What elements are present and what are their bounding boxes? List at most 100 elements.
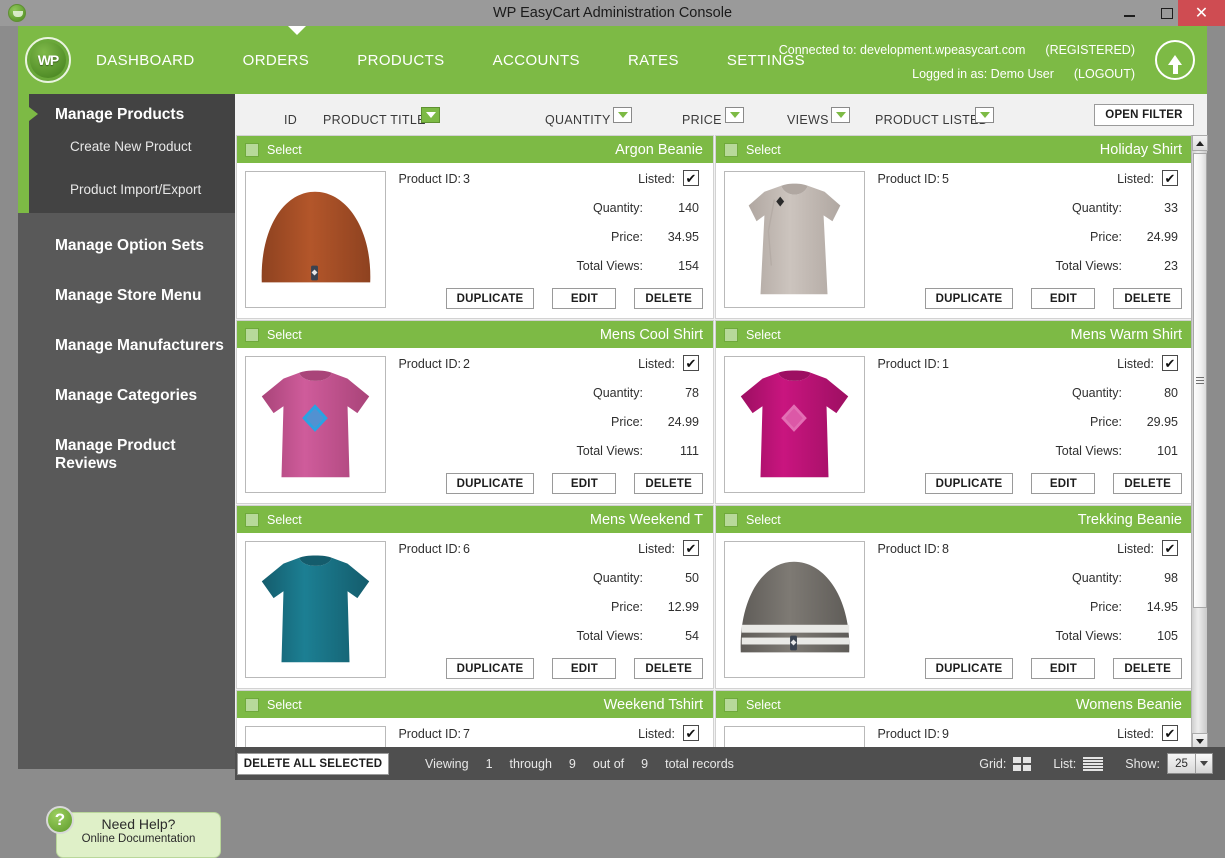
sort-quantity-button[interactable] (613, 107, 632, 123)
product-thumbnail[interactable] (245, 171, 386, 308)
sidebar-item-manage-products[interactable]: Manage Products (55, 106, 184, 124)
product-title: Mens Cool Shirt (599, 326, 703, 343)
listed-checkbox[interactable]: ✔ (1162, 725, 1178, 741)
sidebar-item-manage-store-menu[interactable]: Manage Store Menu (55, 287, 201, 305)
list-view-icon[interactable] (1083, 756, 1104, 771)
sort-product-listed-button[interactable] (975, 107, 994, 123)
nav-item-orders[interactable]: ORDERS (243, 52, 310, 69)
column-header-quantity: QUANTITY (545, 113, 611, 127)
window-title: WP EasyCart Administration Console (492, 5, 733, 21)
viewing-to-value: 9 (568, 756, 576, 771)
duplicate-button[interactable]: DUPLICATE (924, 288, 1014, 309)
edit-button[interactable]: EDIT (552, 288, 617, 309)
product-thumbnail[interactable] (724, 541, 865, 678)
nav-item-rates[interactable]: RATES (628, 52, 679, 69)
product-thumbnail[interactable] (245, 541, 386, 678)
edit-button[interactable]: EDIT (1031, 473, 1096, 494)
product-thumbnail[interactable] (245, 356, 386, 493)
listed-checkbox[interactable]: ✔ (1162, 170, 1178, 186)
grid-view-control[interactable]: Grid: (979, 756, 1032, 771)
total-views-label: Total Views: (1055, 259, 1122, 273)
through-label: through (509, 756, 552, 771)
product-thumbnail[interactable] (724, 726, 865, 749)
sidebar-item-manage-product-reviews[interactable]: Manage Product Reviews (55, 437, 235, 473)
grid-view-icon[interactable] (1013, 756, 1032, 771)
sidebar-item-manage-categories[interactable]: Manage Categories (55, 387, 197, 405)
product-id-label: Product ID: (877, 727, 940, 741)
select-checkbox[interactable] (245, 697, 259, 712)
minimize-button[interactable] (1110, 0, 1148, 26)
delete-all-selected-button[interactable]: DELETE ALL SELECTED (237, 752, 389, 775)
select-checkbox[interactable] (724, 512, 738, 527)
nav-item-dashboard[interactable]: DASHBOARD (96, 52, 195, 69)
select-checkbox[interactable] (724, 142, 738, 157)
product-thumbnail[interactable] (724, 171, 865, 308)
product-id-value: 1 (942, 357, 949, 371)
listed-checkbox[interactable]: ✔ (1162, 540, 1178, 556)
maximize-icon (1161, 7, 1173, 19)
logged-in-as-text: Logged in as: Demo User (912, 67, 1054, 81)
product-id-value: 8 (942, 542, 949, 556)
grid-scrollbar[interactable] (1191, 135, 1208, 749)
delete-button[interactable]: DELETE (634, 473, 703, 494)
list-view-control[interactable]: List: (1053, 756, 1104, 771)
edit-button[interactable]: EDIT (552, 658, 617, 679)
duplicate-button[interactable]: DUPLICATE (924, 658, 1014, 679)
nav-item-accounts[interactable]: ACCOUNTS (493, 52, 580, 69)
sort-views-button[interactable] (831, 107, 850, 123)
select-checkbox[interactable] (245, 142, 259, 157)
sidebar-active-caret-icon (29, 107, 38, 121)
duplicate-button[interactable]: DUPLICATE (445, 473, 535, 494)
delete-button[interactable]: DELETE (1113, 658, 1182, 679)
select-checkbox[interactable] (724, 327, 738, 342)
total-views-value: 111 (679, 444, 699, 458)
show-count-select[interactable]: 25 (1167, 753, 1213, 774)
sidebar-item-manage-option-sets[interactable]: Manage Option Sets (55, 237, 204, 255)
listed-checkbox[interactable]: ✔ (683, 540, 699, 556)
delete-button[interactable]: DELETE (1113, 288, 1182, 309)
up-arrow-icon (1168, 55, 1182, 74)
edit-button[interactable]: EDIT (552, 473, 617, 494)
chevron-down-icon (729, 112, 740, 118)
duplicate-button[interactable]: DUPLICATE (445, 288, 535, 309)
sort-product-title-button[interactable] (421, 107, 440, 123)
listed-checkbox[interactable]: ✔ (683, 725, 699, 741)
product-thumbnail[interactable] (724, 356, 865, 493)
online-documentation-link[interactable]: Online Documentation (57, 833, 220, 845)
quantity-label: Quantity: (1071, 386, 1122, 400)
nav-item-products[interactable]: PRODUCTS (357, 52, 444, 69)
select-checkbox[interactable] (245, 327, 259, 342)
duplicate-button[interactable]: DUPLICATE (924, 473, 1014, 494)
delete-button[interactable]: DELETE (1113, 473, 1182, 494)
wp-easycart-logo[interactable]: WP (25, 37, 71, 83)
delete-button[interactable]: DELETE (634, 288, 703, 309)
delete-button[interactable]: DELETE (634, 658, 703, 679)
listed-checkbox[interactable]: ✔ (683, 170, 699, 186)
product-thumbnail[interactable] (245, 726, 386, 749)
close-button[interactable]: ✕ (1178, 0, 1225, 26)
price-value: 12.99 (667, 600, 699, 614)
listed-checkbox[interactable]: ✔ (683, 355, 699, 371)
quantity-value: 78 (685, 386, 699, 400)
select-checkbox[interactable] (724, 697, 738, 712)
sidebar-item-create-new-product[interactable]: Create New Product (70, 139, 192, 154)
scrollbar-thumb[interactable] (1193, 153, 1207, 608)
scroll-to-top-button[interactable] (1155, 40, 1195, 80)
edit-button[interactable]: EDIT (1031, 288, 1096, 309)
duplicate-button[interactable]: DUPLICATE (445, 658, 535, 679)
product-card-header: Select Mens Weekend T (237, 506, 713, 533)
scroll-up-button[interactable] (1192, 135, 1208, 151)
select-checkbox[interactable] (245, 512, 259, 527)
open-filter-button[interactable]: OPEN FILTER (1094, 104, 1194, 126)
sort-price-button[interactable] (725, 107, 744, 123)
sidebar: Manage Products Create New Product Produ… (18, 94, 235, 858)
registered-link[interactable]: (REGISTERED) (1045, 43, 1135, 57)
listed-checkbox[interactable]: ✔ (1162, 355, 1178, 371)
need-help-widget[interactable]: Need Help? Online Documentation (56, 812, 221, 858)
sidebar-item-product-import-export[interactable]: Product Import/Export (70, 182, 201, 197)
logout-link[interactable]: (LOGOUT) (1074, 67, 1135, 81)
question-mark-icon[interactable]: ? (46, 806, 74, 834)
grid-label: Grid: (979, 756, 1007, 771)
sidebar-item-manage-manufacturers[interactable]: Manage Manufacturers (55, 337, 224, 355)
edit-button[interactable]: EDIT (1031, 658, 1096, 679)
